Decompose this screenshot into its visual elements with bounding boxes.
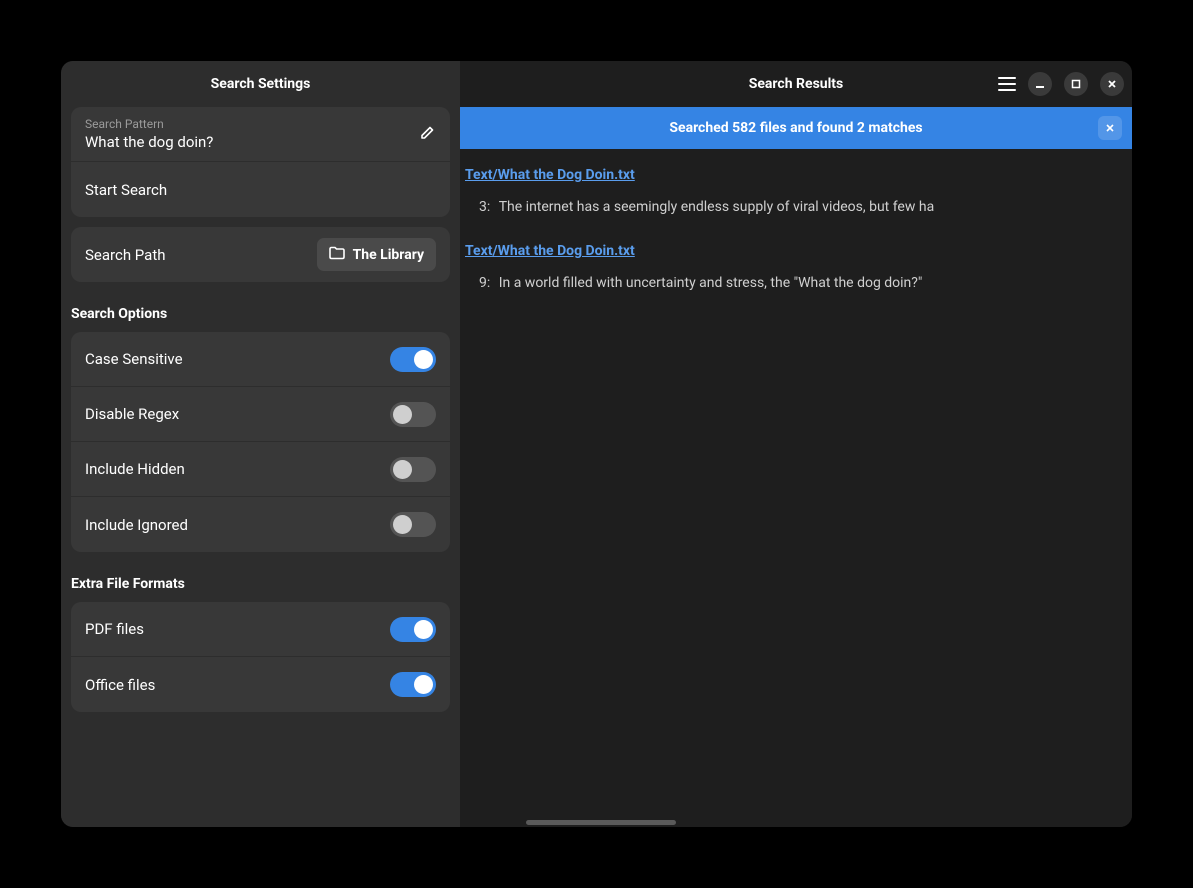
- format-office: Office files: [71, 657, 450, 712]
- app-window: Search Settings Search Pattern What the …: [61, 61, 1132, 827]
- line-number: 3:: [479, 199, 490, 215]
- search-pattern-value: What the dog doin?: [85, 133, 213, 151]
- sidebar: Search Settings Search Pattern What the …: [61, 61, 460, 827]
- main-panel: Search Results Searched 582 files and fo…: [460, 61, 1132, 827]
- main-title: Search Results: [749, 76, 843, 92]
- formats-group: PDF files Office files: [71, 602, 450, 712]
- window-controls: [998, 72, 1124, 96]
- sidebar-title: Search Settings: [211, 76, 311, 92]
- search-pattern-label: Search Pattern: [85, 117, 164, 131]
- sidebar-header: Search Settings: [61, 61, 460, 107]
- option-disable-regex: Disable Regex: [71, 387, 450, 442]
- line-text: The internet has a seemingly endless sup…: [499, 199, 934, 215]
- result-line: 9: In a world filled with uncertainty an…: [465, 275, 1127, 291]
- maximize-button[interactable]: [1064, 72, 1088, 96]
- format-pdf: PDF files: [71, 602, 450, 657]
- case-sensitive-toggle[interactable]: [390, 347, 436, 372]
- folder-icon: [329, 245, 345, 264]
- search-path-label: Search Path: [85, 246, 166, 264]
- include-hidden-toggle[interactable]: [390, 457, 436, 482]
- option-include-ignored: Include Ignored: [71, 497, 450, 552]
- results-area[interactable]: Text/What the Dog Doin.txt 3: The intern…: [460, 149, 1132, 319]
- result-line: 3: The internet has a seemingly endless …: [465, 199, 1127, 215]
- format-label: PDF files: [85, 620, 144, 638]
- option-label: Include Hidden: [85, 460, 185, 478]
- disable-regex-toggle[interactable]: [390, 402, 436, 427]
- search-path-row: Search Path The Library: [71, 227, 450, 282]
- search-group: Search Pattern What the dog doin? Start …: [71, 107, 450, 217]
- banner-close-button[interactable]: [1098, 116, 1122, 140]
- option-label: Include Ignored: [85, 516, 188, 534]
- options-title: Search Options: [71, 306, 450, 322]
- close-button[interactable]: [1100, 72, 1124, 96]
- hamburger-icon[interactable]: [998, 77, 1016, 91]
- office-files-toggle[interactable]: [390, 672, 436, 697]
- start-search-button[interactable]: Start Search: [71, 162, 450, 217]
- line-number: 9:: [479, 275, 490, 291]
- options-group: Case Sensitive Disable Regex Include Hid…: [71, 332, 450, 552]
- banner-text: Searched 582 files and found 2 matches: [669, 120, 922, 136]
- search-path-button-label: The Library: [353, 247, 424, 263]
- option-include-hidden: Include Hidden: [71, 442, 450, 497]
- format-label: Office files: [85, 676, 155, 694]
- minimize-button[interactable]: [1028, 72, 1052, 96]
- status-banner: Searched 582 files and found 2 matches: [460, 107, 1132, 149]
- result-file-link[interactable]: Text/What the Dog Doin.txt: [465, 167, 1127, 183]
- result-file-link[interactable]: Text/What the Dog Doin.txt: [465, 243, 1127, 259]
- pencil-icon[interactable]: [420, 124, 436, 144]
- horizontal-scrollbar[interactable]: [526, 820, 676, 825]
- pdf-files-toggle[interactable]: [390, 617, 436, 642]
- include-ignored-toggle[interactable]: [390, 512, 436, 537]
- main-header: Search Results: [460, 61, 1132, 107]
- option-label: Disable Regex: [85, 405, 179, 423]
- search-path-button[interactable]: The Library: [317, 238, 436, 271]
- search-pattern-row[interactable]: Search Pattern What the dog doin?: [71, 107, 450, 162]
- start-search-label: Start Search: [85, 181, 167, 199]
- path-group: Search Path The Library: [71, 227, 450, 282]
- formats-title: Extra File Formats: [71, 576, 450, 592]
- sidebar-content: Search Pattern What the dog doin? Start …: [61, 107, 460, 722]
- option-case-sensitive: Case Sensitive: [71, 332, 450, 387]
- option-label: Case Sensitive: [85, 350, 183, 368]
- line-text: In a world filled with uncertainty and s…: [499, 275, 923, 291]
